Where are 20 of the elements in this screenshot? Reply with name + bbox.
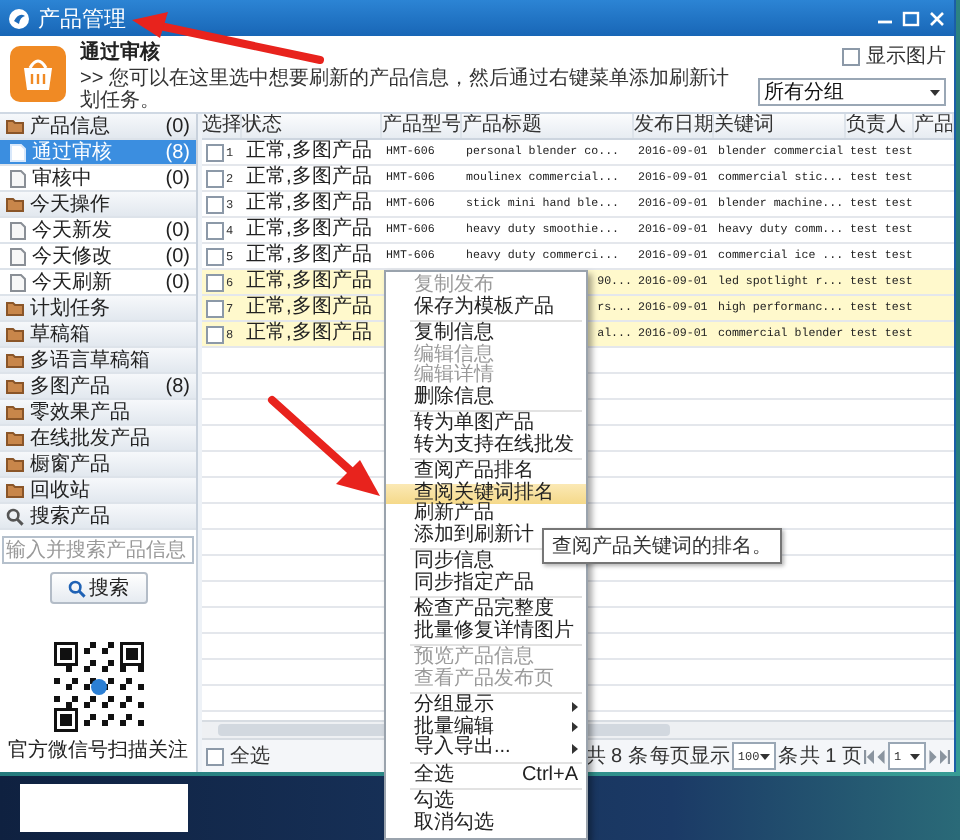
table-cell-text: 正常,多图产品 xyxy=(244,296,374,320)
table-cell-text: 正常,多图产品 xyxy=(244,166,374,190)
pager-text: 共 1 页 xyxy=(799,743,862,770)
page-title: 通过审核 xyxy=(80,38,160,65)
column-header: 负责人 xyxy=(846,114,914,138)
column-header: 发布日期 xyxy=(634,114,714,138)
column-header: 状态 xyxy=(242,114,382,138)
qr-caption: 官方微信号扫描关注 xyxy=(8,737,188,764)
pager-text: 共 8 条 xyxy=(585,743,648,770)
pager-text: 条 xyxy=(777,744,798,770)
tooltip: 查阅产品关键词的排名。 xyxy=(542,528,782,564)
pager-text: 每页显示 xyxy=(649,744,730,770)
table-cell-text: 正常,多图产品 xyxy=(244,218,374,242)
table-cell-text: 正常,多图产品 xyxy=(244,270,374,294)
table-cell-text: 正常,多图产品 xyxy=(244,244,374,268)
hint-text: >> 您可以在这里选中想要刷新的产品信息，然后通过右键菜单添加刷新计划任务。 xyxy=(80,67,731,111)
table-cell-text: 正常,多图产品 xyxy=(244,192,374,216)
table-cell-text: 正常,多图产品 xyxy=(244,140,374,164)
table-cell-text: 正常,多图产品 xyxy=(244,322,374,346)
window-title: 产品管理 xyxy=(38,5,128,33)
